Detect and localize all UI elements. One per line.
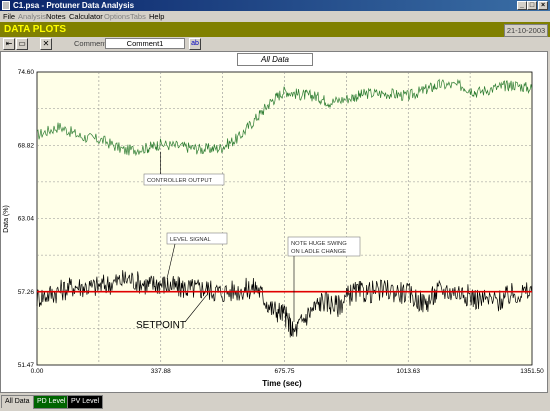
y-tick-label: 74.60 [18,69,35,76]
x-tick-label: 675.75 [275,368,295,375]
annotation-text: LEVEL SIGNAL [170,237,211,243]
toolbar: ⇤ ▭ ✕ Comment ab [0,37,550,51]
annotation-level-signal: LEVEL SIGNAL [166,232,228,245]
tab-pd-level[interactable]: PD Level [33,395,70,409]
app-icon [2,1,10,10]
tab-bar: All Data PD Level PV Level [0,394,550,411]
menu-help[interactable]: Help [149,11,164,22]
annotation-text: NOTE HUGE SWING [291,241,347,247]
menu-calculator[interactable]: Calculator [69,11,103,22]
comment-label: Comment [74,39,107,48]
x-tick-label: 1013.63 [397,368,421,375]
close-icon[interactable]: × [538,1,548,10]
date-field: 21-10-2003 [504,24,548,37]
x-tick-label: 1351.50 [520,368,544,375]
maximize-icon[interactable]: □ [527,1,537,10]
y-tick-label: 68.82 [18,142,35,149]
x-axis-label: Time (sec) [262,379,302,388]
menu-analysis[interactable]: Analysis [18,11,46,22]
back-icon[interactable]: ⇤ [3,38,15,50]
annotation-text: CONTROLLER OUTPUT [147,178,213,184]
tab-pv-level[interactable]: PV Level [67,395,104,409]
minimize-icon[interactable]: _ [517,1,527,10]
menu-file[interactable]: File [3,11,15,22]
open-folder-icon[interactable]: ▭ [16,38,28,50]
page-header: DATA PLOTS 21-10-2003 [0,22,550,37]
delete-icon[interactable]: ✕ [40,38,52,50]
y-tick-label: 57.26 [18,289,35,296]
menu-bar: File Analysis Notes Calculator Options T… [0,11,550,22]
y-tick-label: 51.47 [18,362,35,369]
y-axis-label: Data (%) [3,205,10,233]
spellcheck-button[interactable]: ab [189,38,201,50]
annotation-note-swing: NOTE HUGE SWING ON LADLE CHANGE [287,236,361,257]
page-title: DATA PLOTS [4,24,67,35]
annotation-setpoint: SETPOINT [136,320,186,331]
window-title: C1.psa - Protuner Data Analysis [13,1,135,10]
annotation-controller-output: CONTROLLER OUTPUT [143,173,225,186]
data-chart: 0.00 337.88 675.75 1013.63 1351.50 74.60 68.82… [3,69,544,388]
title-bar: C1.psa - Protuner Data Analysis _ □ × [0,0,550,11]
tab-all-data[interactable]: All Data [1,395,34,408]
comment-input[interactable] [105,38,185,49]
annotation-text: ON LADLE CHANGE [291,249,346,255]
x-tick-label: 337.88 [151,368,171,375]
menu-options[interactable]: Options [104,11,130,22]
menu-notes[interactable]: Notes [46,11,66,22]
y-tick-label: 63.04 [18,216,35,223]
x-tick-label: 0.00 [31,368,44,375]
menu-tabs[interactable]: Tabs [130,11,146,22]
